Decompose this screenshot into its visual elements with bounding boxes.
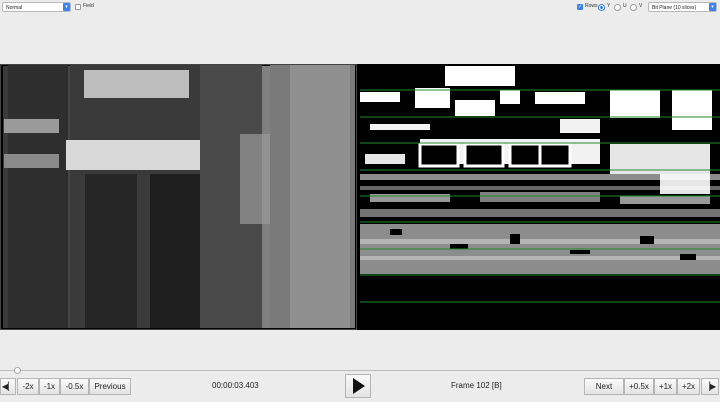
field-checkbox[interactable] <box>75 4 81 10</box>
timeline-scrubber[interactable] <box>0 367 720 374</box>
play-icon <box>353 378 365 394</box>
speed-minus-1x-button[interactable]: -1x <box>39 378 60 395</box>
previous-button[interactable]: Previous <box>89 378 131 395</box>
display-mode-value: Normal <box>6 5 23 11</box>
step-back-button[interactable]: ◀▏ <box>0 378 16 395</box>
frame-label: Frame 102 [B] <box>451 381 502 390</box>
plane-u-radio[interactable] <box>614 4 621 11</box>
timeline-handle[interactable] <box>14 367 21 374</box>
chevron-down-icon: ▾ <box>63 3 70 11</box>
speed-plus-2x-button[interactable]: +2x <box>677 378 700 395</box>
rows-checkbox[interactable] <box>577 4 583 10</box>
field-label: Field <box>83 3 94 9</box>
speed-plus-1x-button[interactable]: +1x <box>654 378 677 395</box>
view-mode-value: Bit Plane (10 slices) <box>652 5 697 11</box>
next-button[interactable]: Next <box>584 378 624 395</box>
frame-image <box>0 64 357 330</box>
step-forward-icon: ▕▶ <box>703 382 717 391</box>
display-mode-select[interactable]: Normal ▾ <box>2 2 71 12</box>
bit-plane-frame <box>360 64 720 330</box>
speed-minus-2x-button[interactable]: -2x <box>17 378 39 395</box>
bit-plane-image <box>360 64 720 330</box>
step-forward-button[interactable]: ▕▶ <box>701 378 719 395</box>
speed-plus-05x-button[interactable]: +0.5x <box>624 378 654 395</box>
plane-y-radio[interactable] <box>598 4 605 11</box>
timeline-track[interactable] <box>0 370 720 371</box>
chevron-down-icon: ▾ <box>709 3 716 11</box>
top-toolbar: Normal ▾ Field Rows Y U V Bit Plane (10 … <box>0 0 720 14</box>
plane-v-label: V <box>639 3 643 9</box>
plane-v-radio[interactable] <box>630 4 637 11</box>
plane-y-label: Y <box>607 3 611 9</box>
play-button[interactable] <box>345 374 371 398</box>
plane-u-label: U <box>623 3 627 9</box>
view-mode-select[interactable]: Bit Plane (10 slices) ▾ <box>648 2 717 12</box>
original-frame <box>0 64 357 330</box>
video-viewer <box>0 64 720 330</box>
speed-minus-05x-button[interactable]: -0.5x <box>60 378 89 395</box>
rows-label: Rows <box>585 3 598 9</box>
step-back-icon: ◀▏ <box>1 382 15 391</box>
timecode: 00:00:03.403 <box>212 381 259 390</box>
